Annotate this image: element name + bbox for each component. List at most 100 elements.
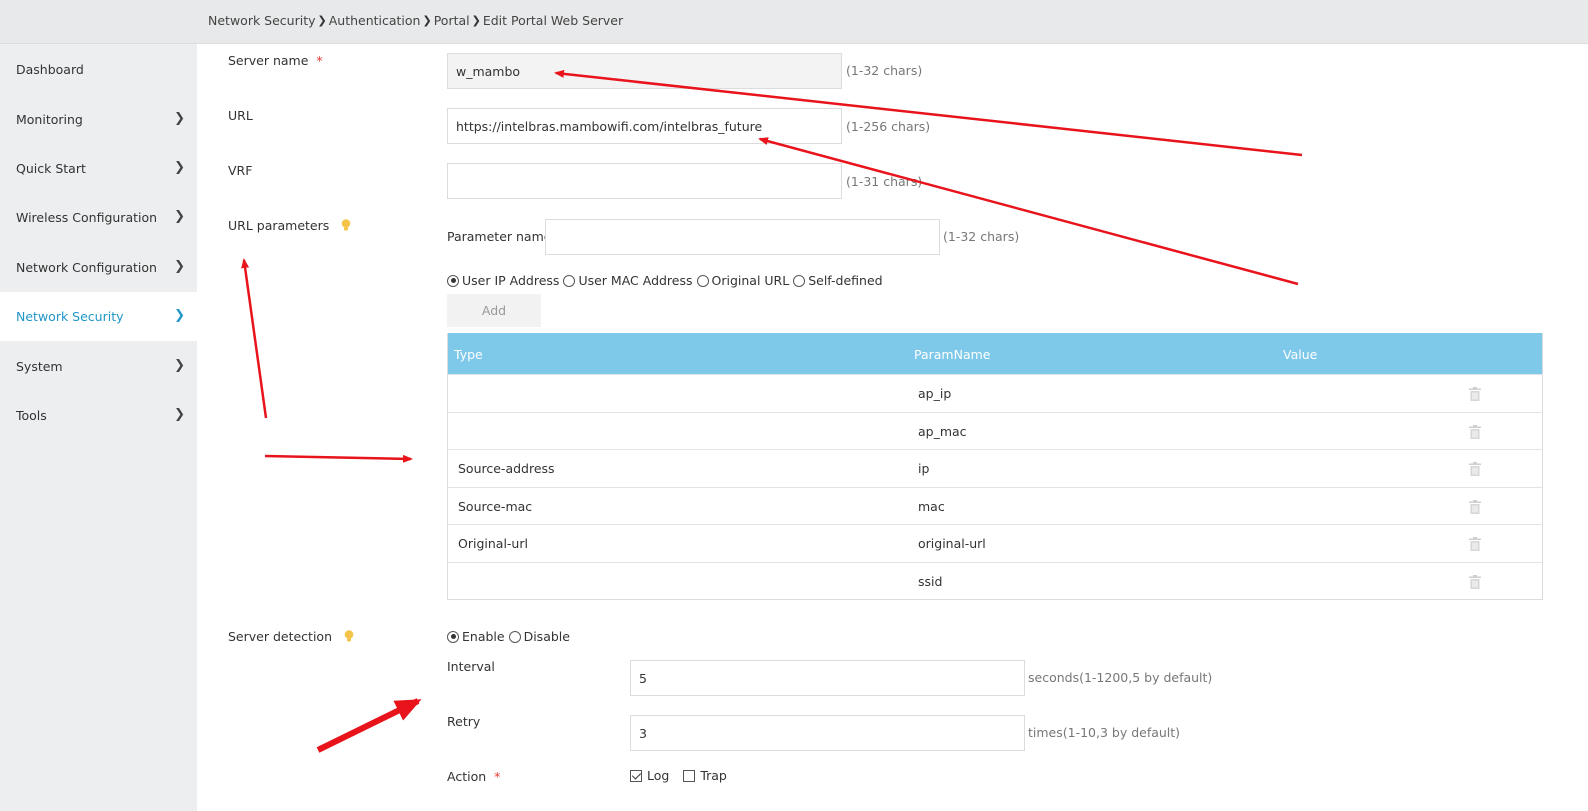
interval-hint: seconds(1-1200,5 by default) bbox=[1028, 670, 1213, 685]
radio-original-url[interactable]: Original URL bbox=[696, 273, 790, 288]
radio-disable[interactable]: Disable bbox=[508, 629, 570, 644]
cell-type: Original-url bbox=[458, 536, 528, 551]
cell-paramname: ap_mac bbox=[918, 423, 967, 439]
table-row: ap_ip bbox=[448, 374, 1542, 412]
server-name-hint: (1-32 chars) bbox=[846, 63, 923, 78]
table-row: ap_mac bbox=[448, 411, 1542, 450]
retry-label: Retry bbox=[447, 714, 481, 729]
radio-checked-icon[interactable] bbox=[447, 274, 459, 287]
sidebar-item-tools[interactable]: Tools ❯ bbox=[0, 391, 197, 440]
checkbox-log[interactable]: Log bbox=[630, 768, 669, 783]
chevron-right-icon: ❯ bbox=[174, 160, 185, 175]
chevron-right-icon: ❯ bbox=[174, 308, 185, 323]
add-parameter-button[interactable]: Add bbox=[447, 294, 541, 327]
cell-type: Source-mac bbox=[458, 498, 533, 514]
server-name-label-text: Server name bbox=[228, 53, 309, 68]
sidebar-item-label: Monitoring bbox=[16, 112, 83, 127]
checkbox-checked-icon[interactable] bbox=[630, 769, 642, 782]
required-mark: * bbox=[316, 53, 323, 68]
radio-icon[interactable] bbox=[563, 274, 576, 287]
radio-enable[interactable]: Enable bbox=[447, 629, 505, 644]
table-body: ap_ip ap_mac Source-address ip Source-mac mac… bbox=[448, 374, 1542, 599]
radio-icon[interactable] bbox=[696, 274, 709, 287]
server-detection-label-text: Server detection bbox=[228, 629, 332, 644]
sidebar-item-label: Network Security bbox=[16, 309, 124, 324]
checkbox-icon[interactable] bbox=[683, 769, 696, 782]
url-input[interactable] bbox=[447, 108, 842, 144]
sidebar-item-wireless-configuration[interactable]: Wireless Configuration ❯ bbox=[0, 193, 197, 242]
top-bar: Network Security ❯ Authentication ❯ Port… bbox=[0, 0, 1588, 44]
table-row: Source-mac mac bbox=[448, 486, 1542, 525]
sidebar-item-network-security[interactable]: Network Security ❯ bbox=[0, 292, 197, 341]
sidebar-item-label: Dashboard bbox=[16, 62, 84, 77]
required-mark: * bbox=[494, 769, 501, 784]
radio-self-defined[interactable]: Self-defined bbox=[793, 273, 883, 288]
radio-icon[interactable] bbox=[508, 630, 521, 643]
sidebar: Dashboard Monitoring ❯ Quick Start ❯ Wir… bbox=[0, 44, 197, 811]
chevron-right-icon: ❯ bbox=[471, 14, 481, 27]
column-header-type[interactable]: Type bbox=[454, 347, 483, 362]
vrf-hint: (1-31 chars) bbox=[846, 174, 923, 189]
annotation-arrow-table bbox=[264, 454, 413, 463]
trash-icon[interactable] bbox=[1469, 424, 1481, 439]
breadcrumb-current: Edit Portal Web Server bbox=[482, 13, 624, 28]
chevron-right-icon: ❯ bbox=[317, 14, 327, 27]
retry-hint: times(1-10,3 by default) bbox=[1028, 725, 1181, 740]
cell-paramname: ap_ip bbox=[918, 386, 952, 401]
sidebar-item-network-configuration[interactable]: Network Configuration ❯ bbox=[0, 243, 197, 292]
sidebar-item-dashboard[interactable]: Dashboard bbox=[0, 45, 197, 94]
action-checkbox-group: Log Trap bbox=[630, 768, 731, 783]
radio-label: Self-defined bbox=[808, 273, 883, 288]
table-row: Original-url original-url bbox=[448, 524, 1542, 562]
annotation-arrow-url-parameters bbox=[241, 258, 268, 419]
breadcrumb: Network Security ❯ Authentication ❯ Port… bbox=[208, 13, 623, 28]
sidebar-item-quick-start[interactable]: Quick Start ❯ bbox=[0, 144, 197, 193]
interval-input[interactable] bbox=[630, 660, 1025, 696]
trash-icon[interactable] bbox=[1469, 574, 1481, 589]
radio-user-ip-address[interactable]: User IP Address bbox=[447, 273, 559, 288]
trash-icon[interactable] bbox=[1469, 387, 1481, 401]
parameter-name-input[interactable] bbox=[545, 219, 940, 255]
column-header-value[interactable]: Value bbox=[1283, 347, 1317, 362]
chevron-right-icon: ❯ bbox=[174, 358, 185, 373]
lightbulb-icon[interactable] bbox=[341, 219, 351, 232]
url-label: URL bbox=[228, 108, 253, 123]
checkbox-label: Log bbox=[647, 768, 670, 783]
cell-type: Source-address bbox=[458, 461, 555, 476]
cell-paramname: original-url bbox=[918, 536, 986, 551]
radio-icon[interactable] bbox=[793, 274, 806, 287]
trash-icon[interactable] bbox=[1469, 462, 1481, 476]
chevron-right-icon: ❯ bbox=[174, 407, 185, 422]
column-header-paramname[interactable]: ParamName bbox=[914, 347, 991, 362]
radio-label: Original URL bbox=[711, 273, 790, 288]
url-parameters-label-text: URL parameters bbox=[228, 218, 330, 233]
lightbulb-icon[interactable] bbox=[344, 630, 354, 643]
table-header: Type ParamName Value bbox=[448, 333, 1542, 374]
trash-icon[interactable] bbox=[1469, 537, 1481, 551]
server-name-label: Server name * bbox=[228, 53, 323, 68]
radio-label: User IP Address bbox=[462, 273, 560, 288]
trash-icon[interactable] bbox=[1469, 499, 1481, 514]
checkbox-trap[interactable]: Trap bbox=[683, 768, 727, 783]
url-hint: (1-256 chars) bbox=[846, 119, 931, 134]
vrf-input[interactable] bbox=[447, 163, 842, 199]
breadcrumb-network-security[interactable]: Network Security bbox=[208, 13, 316, 28]
sidebar-item-monitoring[interactable]: Monitoring ❯ bbox=[0, 95, 197, 144]
table-row: Source-address ip bbox=[448, 449, 1542, 487]
annotation-arrow-server-detection bbox=[316, 698, 422, 753]
parameter-name-label: Parameter name bbox=[447, 229, 552, 244]
chevron-right-icon: ❯ bbox=[174, 209, 185, 224]
retry-input[interactable] bbox=[630, 715, 1025, 751]
server-name-input[interactable] bbox=[447, 53, 842, 89]
radio-label: Enable bbox=[462, 629, 505, 644]
chevron-right-icon: ❯ bbox=[174, 259, 185, 274]
breadcrumb-portal[interactable]: Portal bbox=[434, 13, 470, 28]
annotation-arrow-url bbox=[758, 137, 1299, 286]
action-label: Action * bbox=[447, 769, 500, 784]
sidebar-item-system[interactable]: System ❯ bbox=[0, 342, 197, 391]
radio-user-mac-address[interactable]: User MAC Address bbox=[563, 273, 693, 288]
parameter-type-radio-group: User IP Address User MAC Address Origina… bbox=[447, 273, 887, 288]
radio-checked-icon[interactable] bbox=[447, 630, 459, 643]
breadcrumb-authentication[interactable]: Authentication bbox=[329, 13, 421, 28]
server-detection-label: Server detection bbox=[228, 629, 354, 644]
